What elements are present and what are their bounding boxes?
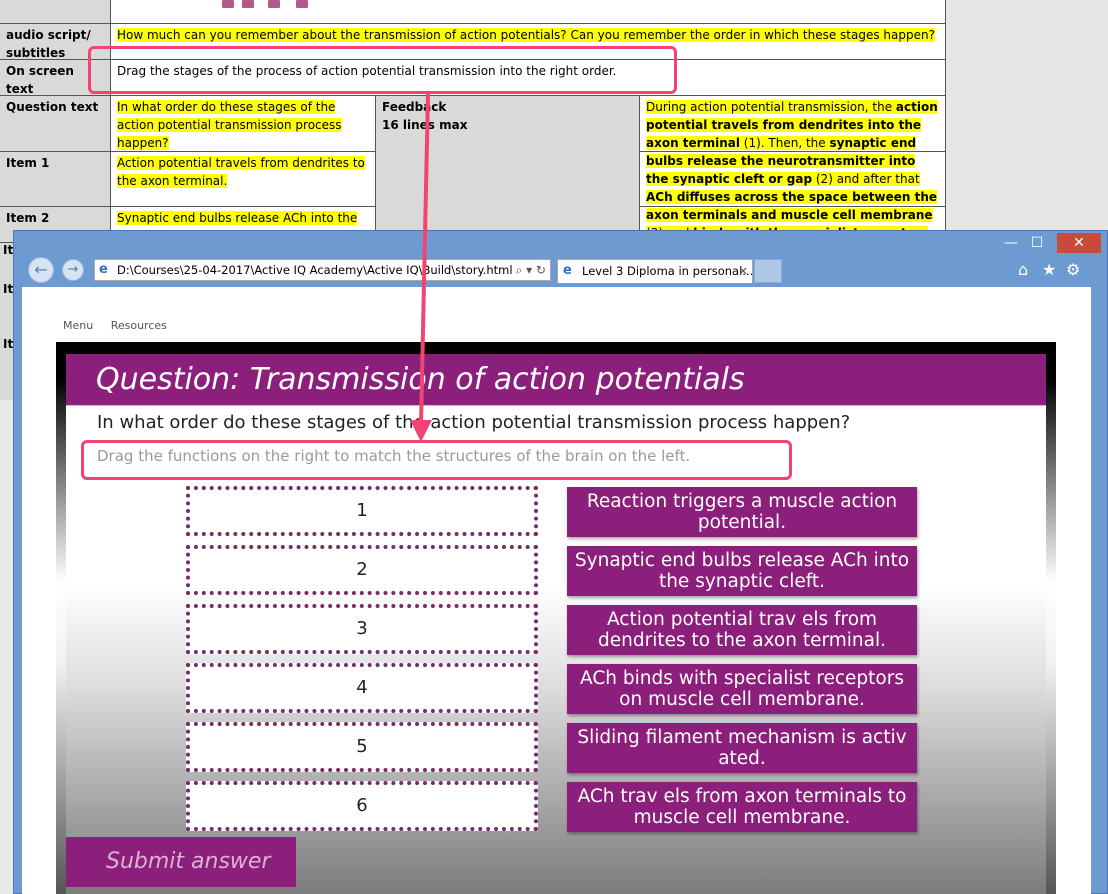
feedback-label: Feedback: [382, 100, 447, 114]
question-title: Question: Transmission of action potenti…: [96, 362, 745, 397]
row-text: Action potential travels from dendrites …: [117, 156, 365, 188]
feedback-run: During action potential transmission, th…: [646, 100, 896, 114]
new-tab-button[interactable]: [754, 259, 782, 283]
player-menu: Menu Resources: [63, 319, 181, 332]
drop-slot[interactable]: 4: [186, 663, 538, 713]
question-text: In what order do these stages of the act…: [97, 412, 851, 433]
drop-slot[interactable]: 3: [186, 604, 538, 654]
menu-link[interactable]: Menu: [63, 319, 93, 332]
annotation-box-slide: [81, 440, 792, 480]
row-text: How much can you remember about the tran…: [117, 28, 935, 42]
drag-option[interactable]: Sliding filament mechanism is activ ated…: [567, 723, 917, 773]
resources-link[interactable]: Resources: [111, 319, 167, 332]
feedback-sublabel: 16 lines max: [382, 118, 468, 132]
row-text: In what order do these stages of the act…: [117, 100, 342, 150]
forward-icon[interactable]: →: [62, 259, 84, 281]
feedback-run: (2) and after that: [812, 172, 920, 186]
browser-toolbar: ← → e D:\Courses\25-04-2017\Active IQ Ac…: [14, 253, 1107, 287]
close-window-button[interactable]: ✕: [1057, 233, 1101, 253]
drop-slot[interactable]: 1: [186, 486, 538, 536]
settings-gear-icon[interactable]: ⚙: [1066, 259, 1080, 281]
favorites-icon[interactable]: ★: [1042, 259, 1056, 281]
ie-page-icon: e: [99, 262, 108, 277]
minimize-button[interactable]: —: [999, 233, 1023, 253]
feedback-text: During action potential transmission, th…: [640, 96, 946, 243]
annotation-box-doc: [88, 46, 677, 94]
slide: Question: Transmission of action potenti…: [66, 354, 1046, 894]
address-bar[interactable]: e D:\Courses\25-04-2017\Active IQ Academ…: [94, 259, 551, 281]
drag-option[interactable]: ACh trav els from axon terminals to musc…: [567, 782, 917, 832]
row-label: Item 1: [0, 152, 111, 206]
address-text: D:\Courses\25-04-2017\Active IQ Academy\…: [117, 263, 513, 277]
drag-option[interactable]: ACh binds with specialist receptors on m…: [567, 664, 917, 714]
hidden-label: It: [3, 282, 14, 296]
tab-close-icon[interactable]: ✕: [738, 260, 748, 282]
drop-slot[interactable]: 2: [186, 545, 538, 595]
hidden-label: It: [3, 243, 14, 257]
drag-option[interactable]: Reaction triggers a muscle action potent…: [567, 487, 917, 537]
row-text: Synaptic end bulbs release ACh into the: [117, 211, 358, 225]
back-icon[interactable]: ←: [28, 257, 54, 283]
feedback-run: ACh diffuses across the space between th…: [646, 190, 938, 222]
drag-option[interactable]: Action potential trav els from dendrites…: [567, 605, 917, 655]
ie-tab-icon: e: [563, 263, 572, 278]
drop-slot[interactable]: 5: [186, 722, 538, 772]
question-title-bar: Question: Transmission of action potenti…: [66, 354, 1046, 406]
browser-window: — ☐ ✕ ← → e D:\Courses\25-04-2017\Active…: [13, 230, 1108, 894]
home-icon[interactable]: ⌂: [1018, 259, 1028, 281]
course-stage: Question: Transmission of action potenti…: [56, 342, 1056, 894]
browser-content: Menu Resources Question: Transmission of…: [22, 287, 1091, 894]
drop-slot[interactable]: 6: [186, 781, 538, 831]
submit-answer-button[interactable]: Submit answer: [66, 837, 296, 887]
feedback-run: (1). Then, the: [739, 136, 830, 150]
search-refresh-icon[interactable]: ⌕ ▾ ↻: [516, 260, 546, 280]
row-label: Question text: [0, 96, 111, 151]
feedback-label-cell: Feedback 16 lines max: [376, 96, 640, 243]
maximize-button[interactable]: ☐: [1025, 233, 1049, 253]
drag-option[interactable]: Synaptic end bulbs release ACh into the …: [567, 546, 917, 596]
tab-title: Level 3 Diploma in personal...: [582, 264, 754, 278]
hidden-label: It: [3, 337, 14, 351]
browser-tab[interactable]: e Level 3 Diploma in personal... ✕: [557, 259, 753, 283]
